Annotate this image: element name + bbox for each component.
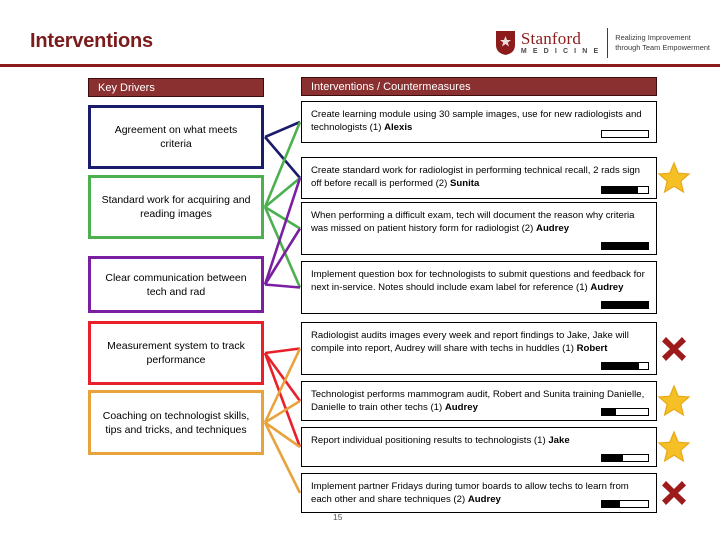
- intervention-learning-module[interactable]: Create learning module using 30 sample i…: [301, 101, 657, 143]
- intervention-owner: Audrey: [444, 402, 478, 414]
- intervention-mammogram-audit[interactable]: Technologist performs mammogram audit, R…: [301, 381, 657, 421]
- status-star-icon: [657, 384, 691, 418]
- intervention-standard-work-recall[interactable]: Create standard work for radiologist in …: [301, 157, 657, 199]
- intervention-progress-bar: [601, 301, 649, 309]
- progress-fill: [602, 302, 648, 308]
- intervention-radiologist-audits[interactable]: Radiologist audits images every week and…: [301, 322, 657, 375]
- intervention-owner: Jake: [548, 435, 570, 446]
- intervention-text: Report individual positioning results to…: [311, 435, 549, 446]
- status-star-icon: [657, 430, 691, 464]
- key-driver-label: Agreement on what meets criteria: [114, 124, 238, 150]
- intervention-progress-bar: [601, 454, 649, 462]
- intervention-owner: Sunita: [450, 178, 480, 190]
- progress-fill: [602, 455, 623, 461]
- key-driver-measurement-system[interactable]: Measurement system to track performance: [88, 321, 264, 385]
- progress-fill: [602, 243, 648, 249]
- intervention-positioning-results[interactable]: Report individual positioning results to…: [301, 427, 657, 467]
- intervention-document-reason[interactable]: When performing a difficult exam, tech w…: [301, 202, 657, 255]
- key-driver-standard-work[interactable]: Standard work for acquiring and reading …: [88, 175, 264, 239]
- intervention-partner-fridays[interactable]: Implement partner Fridays during tumor b…: [301, 473, 657, 513]
- key-driver-label: Standard work for acquiring and reading …: [101, 194, 251, 220]
- progress-fill: [602, 187, 638, 193]
- key-driver-clear-communication[interactable]: Clear communication between tech and rad: [88, 256, 264, 313]
- intervention-text: When performing a difficult exam, tech w…: [311, 210, 635, 235]
- intervention-owner: Audrey: [590, 282, 624, 294]
- status-x-icon: [657, 332, 691, 366]
- intervention-progress-bar: [601, 130, 649, 138]
- progress-fill: [602, 363, 639, 369]
- status-x-icon: [657, 476, 691, 510]
- intervention-owner: Audrey: [536, 223, 570, 235]
- intervention-progress-bar: [601, 242, 649, 250]
- intervention-progress-bar: [601, 186, 649, 194]
- status-star-icon: [657, 161, 691, 195]
- intervention-progress-bar: [601, 408, 649, 416]
- intervention-text: Create learning module using 30 sample i…: [311, 109, 642, 134]
- intervention-owner: Robert: [576, 343, 608, 355]
- key-driver-label: Coaching on technologist skills, tips an…: [102, 409, 250, 436]
- intervention-progress-bar: [601, 500, 649, 508]
- progress-fill: [602, 409, 616, 415]
- progress-fill: [602, 501, 621, 507]
- intervention-owner: Alexis: [384, 122, 413, 134]
- key-driver-label: Clear communication between tech and rad: [105, 271, 247, 298]
- key-driver-agreement-criteria[interactable]: Agreement on what meets criteria: [88, 105, 264, 169]
- intervention-progress-bar: [601, 362, 649, 370]
- key-driver-label: Measurement system to track performance: [107, 340, 245, 366]
- intervention-owner: Audrey: [467, 494, 501, 506]
- key-driver-coaching[interactable]: Coaching on technologist skills, tips an…: [88, 390, 264, 455]
- intervention-question-box[interactable]: Implement question box for technologists…: [301, 261, 657, 314]
